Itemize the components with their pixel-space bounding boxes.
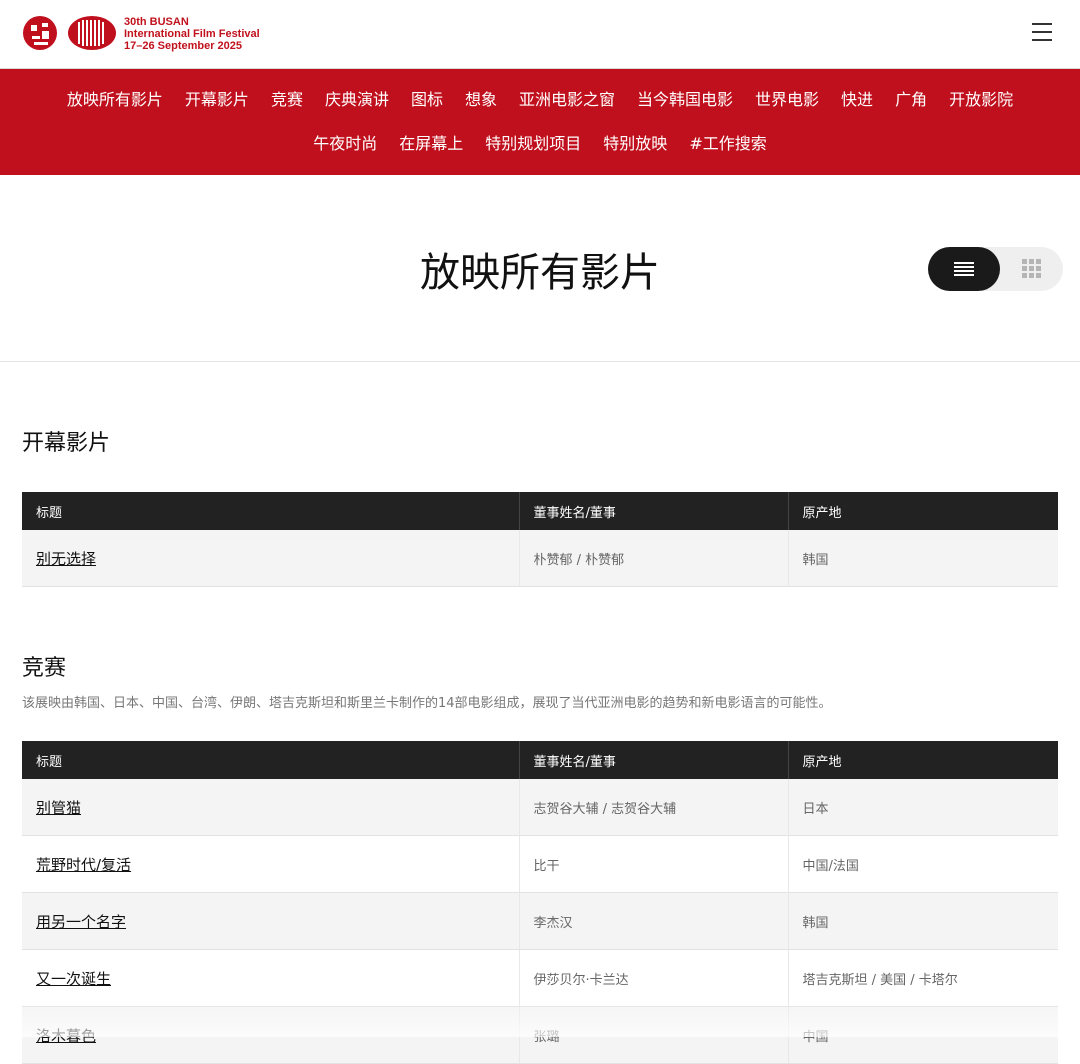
nav-item[interactable]: 特别规划项目 [474,133,592,155]
film-title-link[interactable]: 荒野时代/复活 [36,856,131,874]
hamburger-menu-icon[interactable] [1032,22,1054,42]
nav-item[interactable]: 庆典演讲 [314,89,400,111]
nav-item[interactable]: 快进 [830,89,884,111]
film-origin-cell: 日本 [788,779,1058,836]
film-origin-cell: 韩国 [788,530,1058,587]
film-director-cell: 伊莎贝尔·卡兰达 [519,949,789,1007]
table-row[interactable]: 又一次诞生 伊莎贝尔·卡兰达 塔吉克斯坦 / 美国 / 卡塔尔 [22,949,1058,1007]
film-title-link[interactable]: 别无选择 [36,550,96,568]
nav-item[interactable]: 放映所有影片 [56,89,174,111]
film-origin-cell: 中国/法国 [788,835,1058,893]
film-origin-cell: 韩国 [788,892,1058,950]
column-header-origin: 原产地 [788,492,1058,530]
column-header-title: 标题 [22,492,520,530]
section-title-opening: 开幕影片 [22,431,111,456]
table-header-row: 标题 董事姓名/董事 原产地 [22,492,1058,530]
film-origin-cell: 中国 [788,1006,1058,1064]
nav-item[interactable]: 在屏幕上 [388,133,474,155]
film-director-cell: 张璐 [519,1006,789,1064]
view-toggle [928,247,1063,291]
nav-item[interactable]: 开放影院 [938,89,1024,111]
nav-row-1: 放映所有影片 开幕影片 竞赛 庆典演讲 图标 想象 亚洲电影之窗 当今韩国电影 世界电影 快进 广角… [0,89,1080,111]
list-view-button[interactable] [928,247,1000,291]
film-title-cell: 又一次诞生 [22,949,520,1007]
nav-item[interactable]: 亚洲电影之窗 [508,89,626,111]
column-header-director: 董事姓名/董事 [519,492,789,530]
film-director-cell: 比干 [519,835,789,893]
film-title-link[interactable]: 洛木暮色 [36,1027,96,1045]
table-header-row: 标题 董事姓名/董事 原产地 [22,741,1058,779]
column-header-title: 标题 [22,741,520,779]
festival-logo[interactable] [22,14,118,54]
grid-view-icon [1022,259,1041,278]
film-title-cell: 别管猫 [22,779,520,836]
column-header-director: 董事姓名/董事 [519,741,789,779]
category-nav: 放映所有影片 开幕影片 竞赛 庆典演讲 图标 想象 亚洲电影之窗 当今韩国电影 世界电影 快进 广角… [0,69,1080,175]
section-description-competition: 该展映由韩国、日本、中国、台湾、伊朗、塔吉克斯坦和斯里兰卡制作的14部电影组成，… [22,696,832,711]
film-title-link[interactable]: 又一次诞生 [36,970,111,988]
nav-item[interactable]: #工作搜索 [678,133,777,155]
nav-item[interactable]: 开幕影片 [174,89,260,111]
table-row[interactable]: 用另一个名字 李杰汉 韩国 [22,892,1058,950]
nav-row-2: 午夜时尚 在屏幕上 特别规划项目 特别放映 #工作搜索 [0,133,1080,155]
film-title-cell: 洛木暮色 [22,1006,520,1064]
section-title-competition: 竞赛 [22,656,67,681]
film-title-link[interactable]: 用另一个名字 [36,913,126,931]
nav-item[interactable]: 图标 [400,89,454,111]
festival-name: 30th BUSAN International Film Festival 1… [124,16,260,52]
competition-films-table: 标题 董事姓名/董事 原产地 别管猫 志贺谷大辅 / 志贺谷大辅 日本 荒野时代/复活… [22,741,1058,1064]
list-view-icon [954,262,974,276]
film-title-cell: 用另一个名字 [22,892,520,950]
table-row[interactable]: 洛木暮色 张璐 中国 [22,1006,1058,1064]
divider [0,361,1080,362]
opening-films-table: 标题 董事姓名/董事 原产地 别无选择 朴赞郁 / 朴赞郁 韩国 [22,492,1058,587]
film-director-cell: 志贺谷大辅 / 志贺谷大辅 [519,779,789,836]
film-director-cell: 李杰汉 [519,892,789,950]
page-title: 放映所有影片 [420,250,660,296]
nav-item[interactable]: 广角 [884,89,938,111]
column-header-origin: 原产地 [788,741,1058,779]
film-origin-cell: 塔吉克斯坦 / 美国 / 卡塔尔 [788,949,1058,1007]
nav-item[interactable]: 午夜时尚 [302,133,388,155]
nav-item[interactable]: 当今韩国电影 [626,89,744,111]
festival-name-line1: 30th BUSAN [124,16,189,28]
festival-name-line2: International Film Festival [124,28,260,40]
table-row[interactable]: 别管猫 志贺谷大辅 / 志贺谷大辅 日本 [22,779,1058,836]
film-title-cell: 荒野时代/复活 [22,835,520,893]
nav-item[interactable]: 竞赛 [260,89,314,111]
nav-item[interactable]: 特别放映 [592,133,678,155]
table-row[interactable]: 荒野时代/复活 比干 中国/法国 [22,835,1058,893]
top-bar: 30th BUSAN International Film Festival 1… [0,0,1080,69]
film-title-cell: 别无选择 [22,530,520,587]
nav-item[interactable]: 世界电影 [744,89,830,111]
grid-view-button[interactable] [1012,247,1052,291]
table-row[interactable]: 别无选择 朴赞郁 / 朴赞郁 韩国 [22,530,1058,587]
film-director-cell: 朴赞郁 / 朴赞郁 [519,530,789,587]
film-title-link[interactable]: 别管猫 [36,799,81,817]
nav-item[interactable]: 想象 [454,89,508,111]
festival-dates: 17–26 September 2025 [124,40,243,52]
